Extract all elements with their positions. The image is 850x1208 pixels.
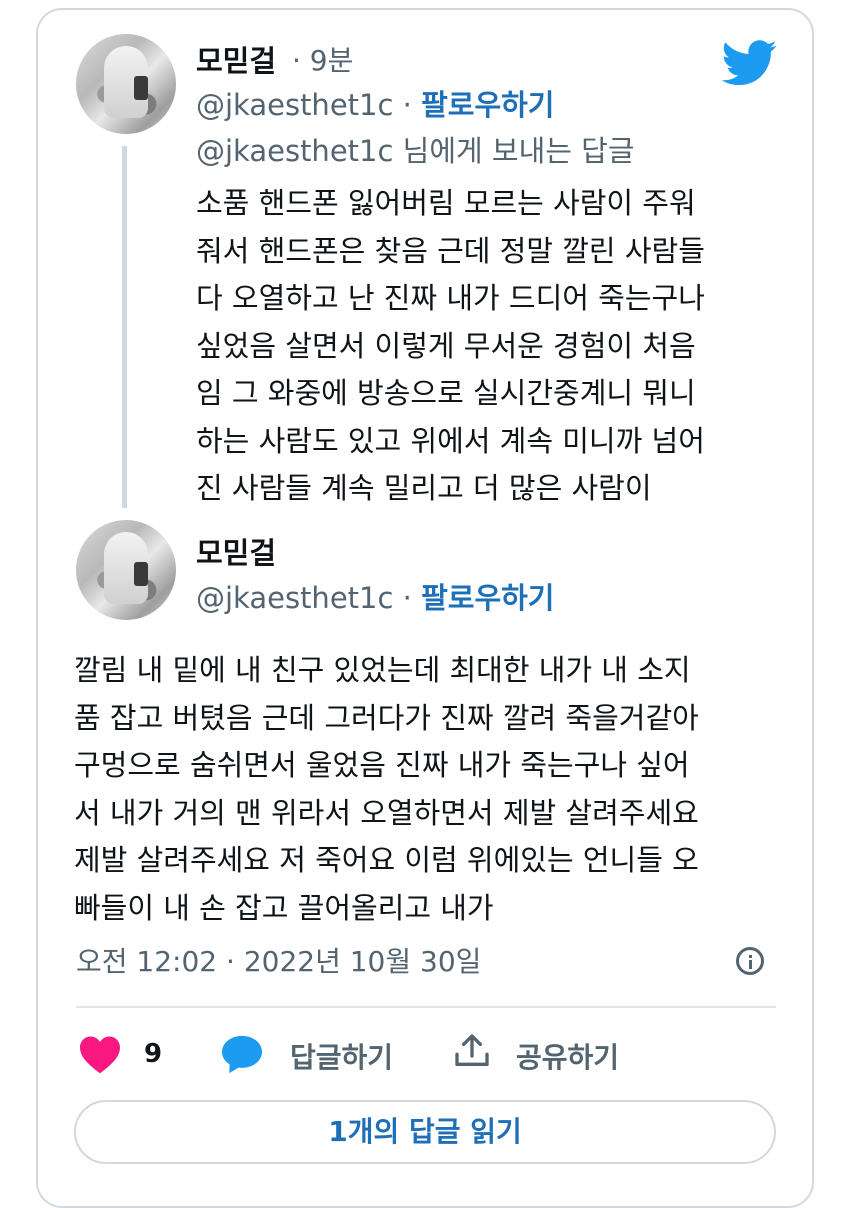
- tweet-text-line: 빠들이 내 손 잡고 끌어올리고 내가: [74, 890, 494, 925]
- thread-line: [122, 146, 127, 508]
- tweet-text-line: 구멍으로 숨쉬면서 울었음 진짜 내가 죽는구나 싶어: [74, 748, 690, 782]
- user-handle[interactable]: @jkaesthet1c: [196, 88, 393, 122]
- tweet-text-line: 제발 살려주세요 저 죽어요 이럼 위에있는 언니들 오: [74, 843, 699, 877]
- user-handle[interactable]: @jkaesthet1c: [196, 581, 393, 615]
- separator: ·: [402, 88, 412, 122]
- display-name[interactable]: 모믿걸: [196, 38, 276, 80]
- tweet-text-line: 싶었음 살면서 이렇게 무서운 경험이 처음: [196, 328, 696, 363]
- tweet-text-line: 줘서 핸드폰은 찾음 근데 정말 깔린 사람들: [196, 233, 705, 268]
- divider: [76, 1006, 776, 1008]
- reply-bubble-icon[interactable]: [220, 1034, 264, 1074]
- tweet-text-line: 품 잡고 버텼음 근데 그러다가 진짜 깔려 죽을거같아: [74, 700, 699, 735]
- tweet-text-line: 소품 핸드폰 잃어버림 모르는 사람이 주워: [196, 186, 696, 220]
- tweet-text-line: 진 사람들 계속 밀리고 더 많은 사람이: [196, 471, 652, 505]
- tweet-text-line: 하는 사람도 있고 위에서 계속 미니까 넘어: [196, 423, 705, 458]
- tweet-text-line: 서 내가 거의 맨 위라서 오열하면서 제발 살려주세요: [74, 795, 699, 830]
- tweet-text: 소품 핸드폰 잃어버림 모르는 사람이 주워 줘서 핸드폰은 찾음 근데 정말 …: [196, 180, 796, 513]
- like-count: 9: [144, 1039, 163, 1069]
- tweet-text: 깔림 내 밑에 내 친구 있었는데 최대한 내가 내 소지 품 잡고 버텼음 근…: [74, 647, 794, 932]
- read-replies-button[interactable]: 1개의 답글 읽기: [74, 1100, 776, 1164]
- display-name[interactable]: 모믿걸: [196, 530, 276, 572]
- twitter-bird-icon[interactable]: [722, 40, 778, 86]
- tweet-timestamp[interactable]: 오전 12:02 · 2022년 10월 30일: [76, 940, 481, 980]
- tweet-text-line: 임 그 와중에 방송으로 실시간중계니 뭐니: [196, 376, 696, 410]
- heart-icon[interactable]: [78, 1034, 122, 1074]
- separator: ·: [402, 581, 412, 615]
- handle-row: @jkaesthet1c · 팔로우하기: [196, 82, 554, 124]
- avatar[interactable]: [76, 520, 176, 620]
- share-icon[interactable]: [452, 1030, 492, 1072]
- follow-link[interactable]: 팔로우하기: [421, 581, 554, 615]
- follow-link[interactable]: 팔로우하기: [421, 88, 554, 122]
- tweet-time[interactable]: · 9분: [292, 39, 353, 79]
- avatar[interactable]: [76, 34, 176, 134]
- reply-button[interactable]: 답글하기: [290, 1036, 393, 1076]
- handle-row: @jkaesthet1c · 팔로우하기: [196, 575, 554, 617]
- info-icon[interactable]: [736, 947, 764, 975]
- tweet-text-line: 다 오열하고 난 진짜 내가 드디어 죽는구나: [196, 281, 705, 315]
- share-button[interactable]: 공유하기: [516, 1036, 619, 1076]
- tweet-text-line: 깔림 내 밑에 내 친구 있었는데 최대한 내가 내 소지: [74, 653, 691, 687]
- reply-to-label[interactable]: @jkaesthet1c 님에게 보내는 답글: [196, 128, 635, 170]
